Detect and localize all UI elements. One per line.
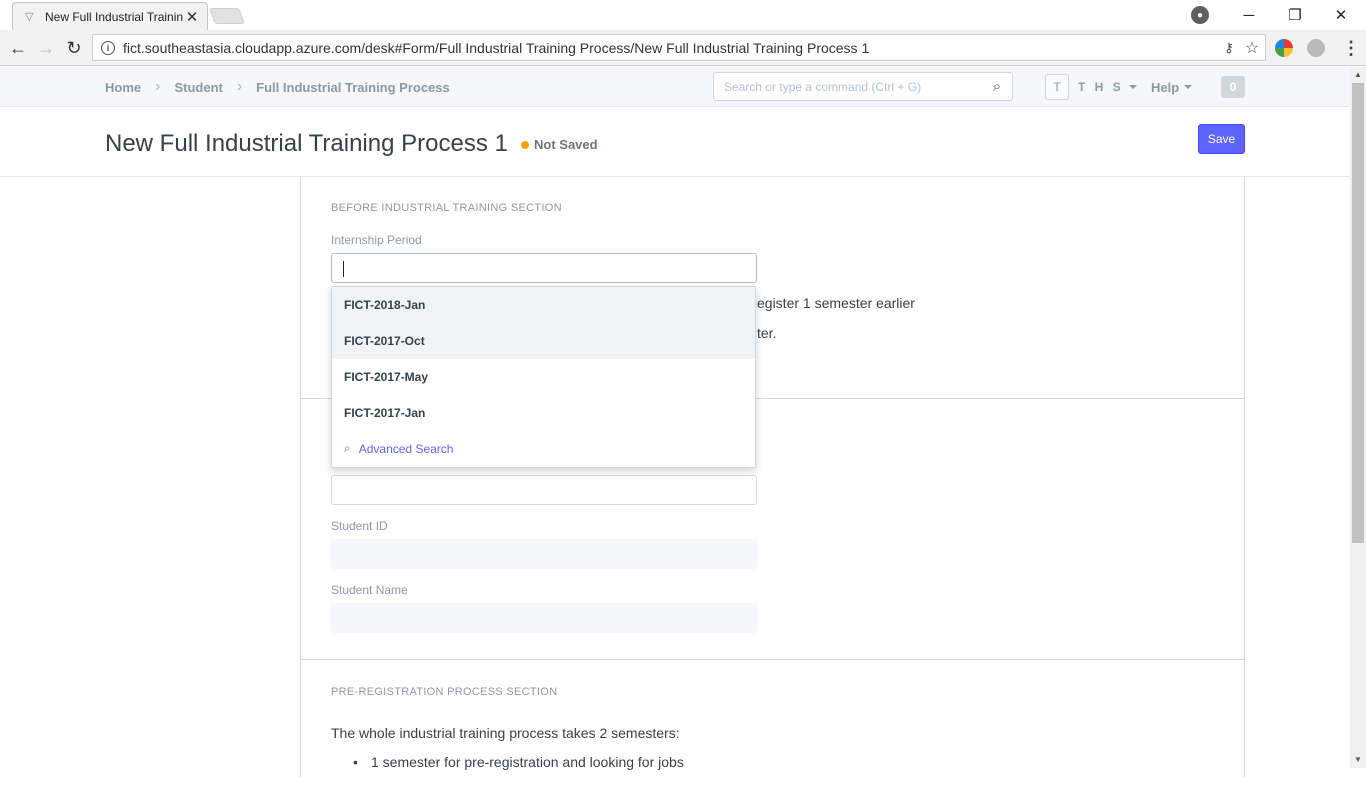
close-window-icon[interactable]: ✕ bbox=[1318, 0, 1364, 30]
scrollbar-thumb[interactable] bbox=[1352, 83, 1364, 543]
page-title: New Full Industrial Training Process 1 bbox=[105, 130, 508, 157]
extension-gear-icon[interactable] bbox=[1307, 39, 1325, 57]
key-icon[interactable]: ⚷ bbox=[1219, 40, 1239, 56]
page-scrollbar[interactable]: ▲ ▼ bbox=[1350, 67, 1366, 768]
url-text: fict.southeastasia.cloudapp.azure.com/de… bbox=[123, 39, 870, 56]
student-id-label: Student ID bbox=[331, 519, 388, 533]
awesomebar-search-input[interactable]: Search or type a command (Ctrl + G) ⌕ bbox=[713, 72, 1013, 101]
help-menu[interactable]: Help bbox=[1151, 67, 1193, 107]
minimize-icon[interactable]: ─ bbox=[1226, 0, 1272, 30]
browser-tab[interactable]: ▽ New Full Industrial Trainin ✕ bbox=[12, 2, 208, 30]
scroll-up-icon[interactable]: ▲ bbox=[1350, 67, 1366, 83]
advanced-search-label: Advanced Search bbox=[358, 441, 454, 456]
section-intro-text: The whole industrial training process ta… bbox=[331, 725, 680, 741]
chevron-right-icon: › bbox=[236, 78, 243, 95]
advanced-search-link[interactable]: ⌕ Advanced Search bbox=[344, 441, 453, 456]
status-indicator: Not Saved bbox=[521, 137, 598, 152]
status-dot-icon bbox=[521, 140, 529, 149]
internship-period-input[interactable] bbox=[331, 253, 757, 283]
bookmark-star-icon[interactable]: ☆ bbox=[1239, 38, 1265, 58]
browser-toolbar: ← → ↻ i fict.southeastasia.cloudapp.azur… bbox=[0, 30, 1366, 66]
back-icon[interactable]: ← bbox=[6, 36, 30, 60]
scroll-down-icon[interactable]: ▼ bbox=[1350, 752, 1366, 768]
internship-period-label: Internship Period bbox=[331, 233, 422, 247]
section-pre-registration: PRE-REGISTRATION PROCESS SECTION The who… bbox=[301, 660, 1244, 790]
address-bar[interactable]: i fict.southeastasia.cloudapp.azure.com/… bbox=[92, 34, 1266, 61]
reload-icon[interactable]: ↻ bbox=[62, 36, 86, 60]
info-icon[interactable]: i bbox=[101, 40, 115, 55]
new-tab-button[interactable] bbox=[209, 8, 245, 24]
save-button[interactable]: Save bbox=[1198, 124, 1245, 154]
user-menu[interactable]: T H S bbox=[1078, 67, 1137, 107]
profile-icon[interactable]: ● bbox=[1191, 6, 1209, 24]
dropdown-option[interactable]: FICT-2017-May bbox=[332, 359, 755, 395]
notification-badge[interactable]: 0 bbox=[1221, 76, 1245, 98]
app-navbar: Home › Student › Full Industrial Trainin… bbox=[0, 67, 1350, 107]
browser-menu-icon[interactable]: ⋮ bbox=[1342, 36, 1360, 60]
forward-icon[interactable]: → bbox=[34, 36, 58, 60]
student-name-label: Student Name bbox=[331, 583, 408, 597]
caret-down-icon bbox=[1128, 85, 1137, 89]
page-head: New Full Industrial Training Process 1 N… bbox=[0, 107, 1350, 177]
user-name: T H S bbox=[1078, 80, 1124, 94]
caret-down-icon bbox=[1184, 85, 1193, 89]
info-text-1: egister 1 semester earlier bbox=[757, 295, 915, 311]
text-cursor bbox=[343, 261, 344, 277]
search-icon: ⌕ bbox=[992, 78, 1002, 95]
internship-period-dropdown: FICT-2018-Jan FICT-2017-Oct FICT-2017-Ma… bbox=[331, 286, 756, 468]
breadcrumb-home[interactable]: Home bbox=[105, 80, 141, 95]
close-tab-icon[interactable]: ✕ bbox=[183, 8, 201, 26]
section-heading: PRE-REGISTRATION PROCESS SECTION bbox=[331, 686, 558, 698]
dropdown-option[interactable]: FICT-2017-Jan bbox=[332, 395, 755, 431]
browser-tab-bar: ▽ New Full Industrial Trainin ✕ ● ─ ❐ ✕ bbox=[0, 0, 1366, 30]
search-placeholder: Search or type a command (Ctrl + G) bbox=[724, 79, 922, 94]
search-icon: ⌕ bbox=[344, 441, 351, 455]
student-link-input[interactable] bbox=[331, 475, 757, 505]
chevron-right-icon: › bbox=[155, 78, 161, 95]
avatar[interactable]: T bbox=[1045, 74, 1069, 100]
form-layout: BEFORE INDUSTRIAL TRAINING SECTION Inter… bbox=[300, 177, 1245, 777]
frappe-favicon-icon: ▽ bbox=[25, 10, 34, 23]
extension-icon[interactable] bbox=[1275, 39, 1293, 57]
status-text: Not Saved bbox=[534, 137, 598, 152]
section-heading: BEFORE INDUSTRIAL TRAINING SECTION bbox=[331, 202, 562, 214]
restore-icon[interactable]: ❐ bbox=[1272, 0, 1318, 30]
dropdown-option[interactable]: FICT-2018-Jan bbox=[332, 287, 755, 323]
student-id-field bbox=[331, 539, 757, 569]
breadcrumb: Home › Student › Full Industrial Trainin… bbox=[105, 67, 450, 107]
breadcrumb-process[interactable]: Full Industrial Training Process bbox=[256, 80, 450, 95]
dropdown-option[interactable]: FICT-2017-Oct bbox=[332, 323, 755, 359]
student-name-field bbox=[331, 603, 757, 633]
info-text-2: ter. bbox=[757, 325, 777, 341]
breadcrumb-student[interactable]: Student bbox=[174, 80, 222, 95]
help-label: Help bbox=[1151, 79, 1180, 95]
tab-title: New Full Industrial Trainin bbox=[45, 9, 183, 24]
